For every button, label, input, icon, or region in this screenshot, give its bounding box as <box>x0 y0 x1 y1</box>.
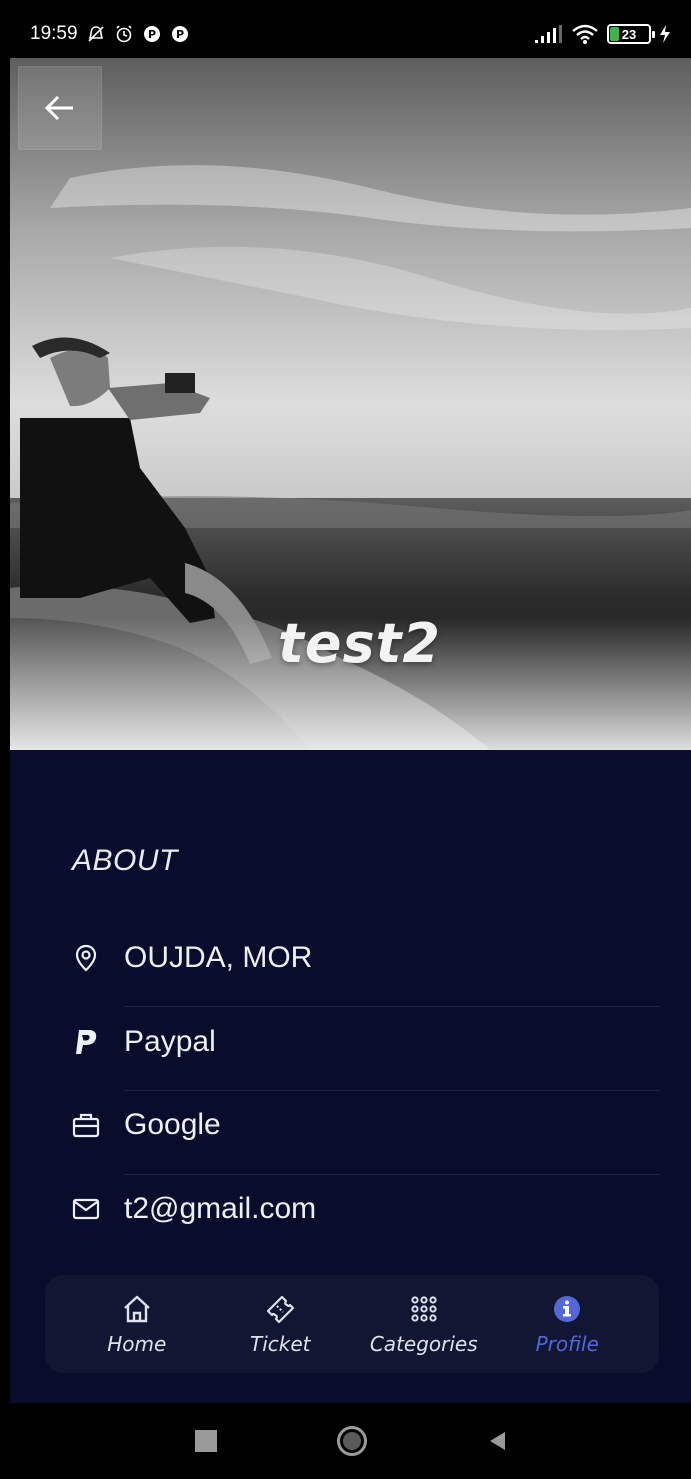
arrow-left-icon <box>44 95 73 121</box>
payment-text: Paypal <box>124 1025 216 1058</box>
company-text: Google <box>124 1108 221 1141</box>
nav-item-home[interactable]: Home <box>77 1292 197 1356</box>
svg-text:P: P <box>148 28 156 41</box>
alarm-icon <box>115 25 132 43</box>
status-time: 19:59 <box>30 23 78 44</box>
nav-item-profile[interactable]: Profile <box>507 1292 627 1356</box>
charging-icon <box>660 25 670 43</box>
battery-level: 23 <box>621 26 637 42</box>
recents-button[interactable] <box>194 1430 217 1452</box>
home-icon <box>122 1292 152 1326</box>
company-row: Google <box>72 1083 660 1167</box>
payment-row: Paypal <box>72 1000 660 1084</box>
email-text: t2@gmail.com <box>124 1192 317 1225</box>
location-text: OUJDA, MOR <box>124 941 313 974</box>
location-row: OUJDA, MOR <box>72 916 660 1000</box>
paypal-icon <box>72 1028 100 1056</box>
mute-icon <box>87 26 104 42</box>
back-system-button[interactable] <box>487 1430 507 1452</box>
nav-label-ticket: Ticket <box>250 1332 311 1356</box>
back-button[interactable] <box>18 66 102 150</box>
nav-label-profile: Profile <box>535 1332 599 1356</box>
briefcase-icon <box>72 1111 100 1139</box>
system-navigation-bar <box>10 1403 691 1479</box>
battery-icon: 23 <box>607 24 655 44</box>
nav-item-categories[interactable]: Categories <box>364 1292 484 1356</box>
svg-text:P: P <box>176 28 184 41</box>
nav-label-home: Home <box>107 1332 167 1356</box>
about-heading: ABOUT <box>72 844 178 877</box>
profile-name: test2 <box>278 612 441 675</box>
nav-label-categories: Categories <box>369 1332 478 1356</box>
email-row: t2@gmail.com <box>72 1167 660 1251</box>
ticket-icon <box>264 1292 296 1326</box>
home-system-button[interactable] <box>336 1426 367 1456</box>
bottom-navigation: Home Ticket Categories Profile <box>45 1275 659 1373</box>
wifi-icon <box>572 24 598 44</box>
location-pin-icon <box>72 944 100 972</box>
status-bar: 19:59 P P 23 <box>10 10 691 58</box>
nav-item-ticket[interactable]: Ticket <box>220 1292 340 1356</box>
app-icon: P <box>143 26 160 42</box>
profile-cover-image: test2 <box>10 58 691 750</box>
envelope-icon <box>72 1195 100 1223</box>
info-icon <box>552 1292 582 1326</box>
signal-icon <box>535 25 562 43</box>
app-screen: 19:59 P P 23 test2 ABOUT OUJDA, MOR Payp… <box>10 10 691 1479</box>
grid-icon <box>410 1292 438 1326</box>
app-icon: P <box>171 26 188 42</box>
home-system-icon <box>342 1432 361 1450</box>
